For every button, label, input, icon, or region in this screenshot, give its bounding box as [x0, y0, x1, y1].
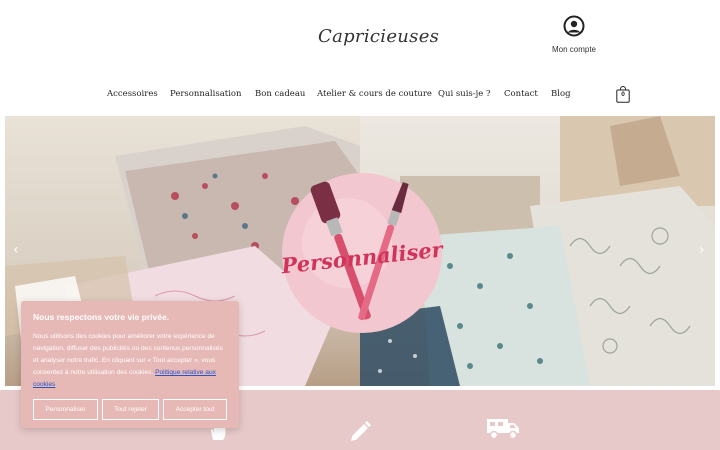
nav-item-blog[interactable]: Blog — [551, 89, 571, 99]
account-label: Mon compte — [551, 45, 597, 54]
chevron-left-icon[interactable]: ‹ — [13, 242, 19, 258]
cookie-text: Nous utilisons des cookies pour améliore… — [33, 331, 229, 391]
nav-item-personnalisation[interactable]: Personnalisation — [170, 89, 242, 99]
customize-button[interactable]: Personnaliser — [33, 399, 98, 420]
reject-all-button[interactable]: Tout rejeter — [102, 399, 159, 420]
nav-item-accessoires[interactable]: Accessoires — [107, 89, 158, 99]
cart-button[interactable]: 0 — [616, 86, 630, 103]
delivery-truck-icon — [487, 419, 519, 440]
slider-dots — [357, 376, 375, 386]
nav-item-contact[interactable]: Contact — [504, 89, 538, 99]
nav-item-qui-suis-je[interactable]: Qui suis-je ? — [438, 89, 491, 99]
account-link[interactable]: Mon compte — [548, 14, 600, 54]
site-logo[interactable]: Capricieuses — [318, 26, 439, 47]
cookie-banner: Nous respectons votre vie privée. Nous u… — [21, 301, 239, 428]
cart-count: 0 — [621, 91, 625, 98]
nav-item-bon-cadeau[interactable]: Bon cadeau — [255, 89, 305, 99]
pencil-icon — [351, 421, 371, 441]
accept-all-button[interactable]: Accepter tout — [163, 399, 227, 420]
cookie-title: Nous respectons votre vie privée. — [33, 312, 170, 322]
user-circle-icon — [563, 15, 585, 37]
nav-item-atelier[interactable]: Atelier & cours de couture — [317, 89, 432, 99]
site-header: Capricieuses Mon compte Accessoires Pers… — [0, 0, 720, 116]
main-nav: Accessoires Personnalisation Bon cadeau … — [0, 89, 720, 103]
chevron-right-icon[interactable]: › — [699, 242, 705, 258]
personnaliser-badge: Personnaliser — [277, 163, 447, 338]
